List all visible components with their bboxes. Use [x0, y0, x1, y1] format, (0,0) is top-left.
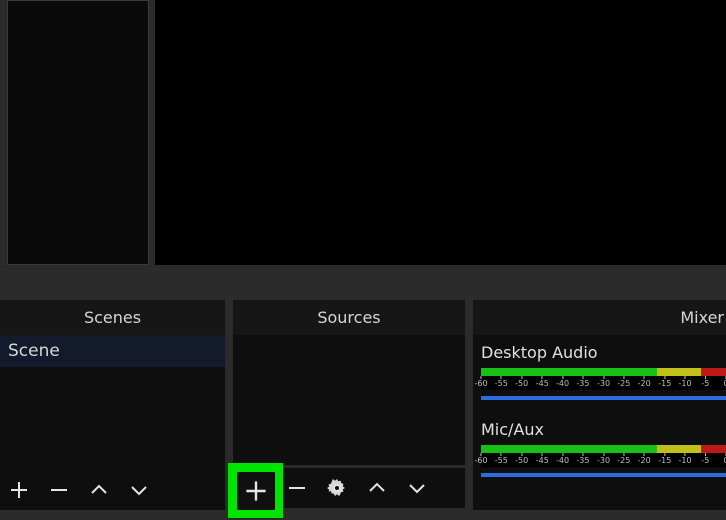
docks-header-row: Scenes Sources Mixer [0, 300, 726, 335]
move-scene-down-button[interactable] [126, 477, 152, 503]
preview-thumbnail [7, 0, 149, 265]
volume-slider[interactable] [481, 473, 726, 477]
mixer-title: Mixer [680, 308, 724, 327]
add-scene-button[interactable] [6, 477, 32, 503]
mixer-channel-mic-aux: Mic/Aux -60 -55 -50 -45 -40 -35 -30 -25 … [481, 420, 726, 477]
remove-scene-button[interactable] [46, 477, 72, 503]
chevron-up-icon [367, 478, 387, 498]
add-source-highlight [228, 463, 283, 518]
scenes-title: Scenes [84, 308, 141, 327]
chevron-down-icon [129, 480, 149, 500]
scenes-panel-header[interactable]: Scenes [0, 300, 225, 335]
scenes-toolbar [0, 470, 225, 510]
chevron-up-icon [89, 480, 109, 500]
vu-ticks: -60 -55 -50 -45 -40 -35 -30 -25 -20 -15 … [481, 453, 726, 465]
scene-item-label: Scene [8, 341, 60, 361]
move-source-up-button[interactable] [364, 475, 390, 501]
source-properties-button[interactable] [324, 475, 350, 501]
minus-icon [49, 480, 69, 500]
plus-icon [244, 479, 268, 503]
move-source-down-button[interactable] [404, 475, 430, 501]
sources-list[interactable] [233, 335, 465, 465]
mixer-channel-label: Mic/Aux [481, 420, 726, 439]
scenes-list[interactable]: Scene [0, 335, 225, 475]
mixer-panel-header[interactable]: Mixer [473, 300, 726, 335]
vu-meter: -60 -55 -50 -45 -40 -35 -30 -25 -20 -15 … [481, 368, 726, 390]
gear-icon [327, 478, 347, 498]
chevron-down-icon [407, 478, 427, 498]
sources-panel-header[interactable]: Sources [233, 300, 465, 335]
scene-item[interactable]: Scene [0, 335, 225, 367]
mixer-channel-label: Desktop Audio [481, 343, 726, 362]
preview-canvas[interactable] [155, 0, 726, 265]
minus-icon [287, 478, 307, 498]
vu-meter: -60 -55 -50 -45 -40 -35 -30 -25 -20 -15 … [481, 445, 726, 467]
add-source-button[interactable] [237, 472, 275, 510]
remove-source-button[interactable] [284, 475, 310, 501]
mixer-panel: Desktop Audio -60 -55 -50 -45 -40 -35 -3… [473, 335, 726, 510]
sources-title: Sources [317, 308, 380, 327]
mixer-channel-desktop-audio: Desktop Audio -60 -55 -50 -45 -40 -35 -3… [481, 343, 726, 400]
plus-icon [9, 480, 29, 500]
vu-ticks: -60 -55 -50 -45 -40 -35 -30 -25 -20 -15 … [481, 376, 726, 388]
volume-slider[interactable] [481, 396, 726, 400]
preview-area [0, 0, 726, 275]
move-scene-up-button[interactable] [86, 477, 112, 503]
